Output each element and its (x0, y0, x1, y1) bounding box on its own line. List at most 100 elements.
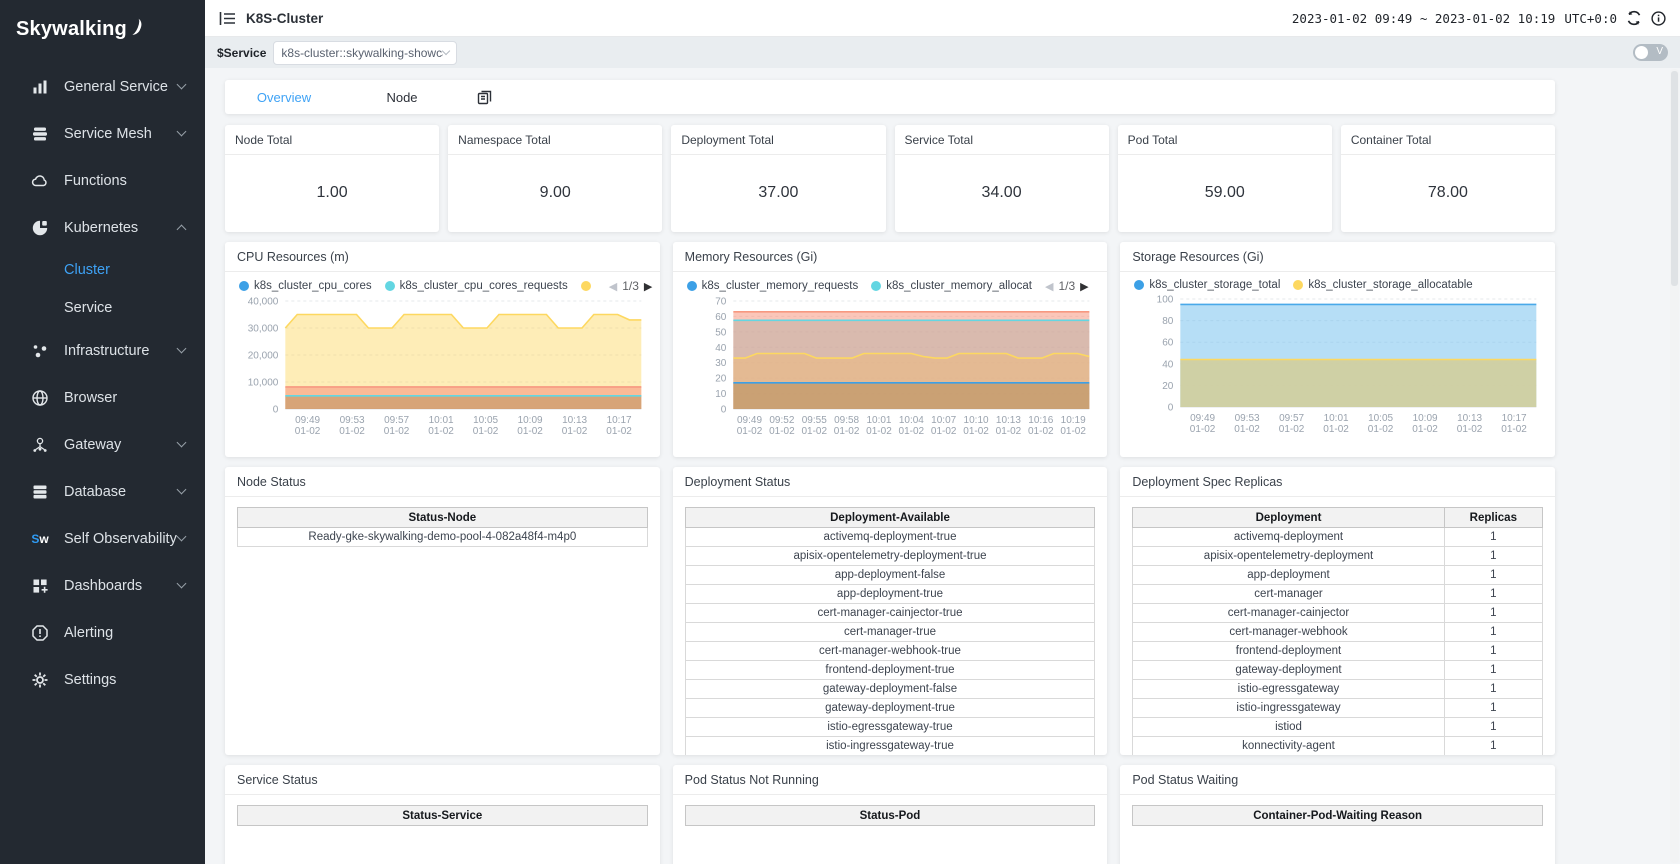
table-row: cert-manager-cainjector1 (1133, 604, 1543, 623)
table-column-header: Replicas (1444, 508, 1542, 528)
chevron-down-icon (177, 344, 187, 354)
chevron-down-icon (177, 579, 187, 589)
svg-text:20: 20 (1163, 381, 1175, 392)
legend-prev-icon[interactable]: ◀ (1045, 280, 1053, 293)
legend-item[interactable]: k8s_cluster_storage_total (1134, 279, 1280, 291)
legend-next-icon[interactable]: ▶ (644, 280, 652, 293)
svg-text:10:1901-02: 10:1901-02 (1060, 415, 1086, 437)
sidebar-item-settings[interactable]: Settings (0, 656, 205, 703)
database-icon (30, 482, 50, 502)
table-cell: 1 (1444, 642, 1542, 661)
table-row: cert-manager1 (1133, 585, 1543, 604)
svg-text:40: 40 (1163, 359, 1175, 370)
svg-text:100: 100 (1157, 295, 1174, 306)
table-row: istio-egressgateway1 (1133, 680, 1543, 699)
chevron-down-icon (177, 438, 187, 448)
svg-text:10:1701-02: 10:1701-02 (1502, 413, 1528, 435)
dashboards-icon (30, 576, 50, 596)
vertical-scrollbar (1670, 69, 1679, 863)
chart-icon (30, 77, 50, 97)
data-table: Status-Pod (685, 805, 1096, 826)
stat-card-title: Service Total (895, 125, 1109, 155)
info-icon[interactable] (1651, 11, 1666, 26)
table-panel-title: Pod Status Not Running (673, 765, 1108, 795)
sidebar-item-label: Browser (64, 390, 178, 406)
legend-item[interactable]: k8s_cluster_memory_requests (687, 280, 859, 292)
sidebar-item-kubernetes[interactable]: Kubernetes (0, 204, 205, 251)
legend-label: k8s_cluster_storage_total (1149, 279, 1280, 291)
sidebar-item-alerting[interactable]: Alerting (0, 609, 205, 656)
area-chart-canvas[interactable]: 01020304050607009:4901-0209:5201-0209:55… (673, 295, 1108, 447)
table-row: activemq-deployment1 (1133, 528, 1543, 547)
svg-text:10:1301-02: 10:1301-02 (1457, 413, 1483, 435)
table-cell: 1 (1444, 718, 1542, 737)
table-row: Ready-gke-skywalking-demo-pool-4-082a48f… (238, 528, 648, 547)
table-row: app-deployment-false (685, 566, 1095, 585)
table-cell: cert-manager-cainjector (1133, 604, 1444, 623)
legend-item[interactable]: k8s_cluster_cpu_cores (239, 280, 372, 292)
tab-overview[interactable]: Overview (225, 90, 343, 105)
table-row: apisix-opentelemetry-deployment1 (1133, 547, 1543, 566)
legend-next-icon[interactable]: ▶ (1080, 280, 1088, 293)
sidebar-item-database[interactable]: Database (0, 468, 205, 515)
tab-node[interactable]: Node (343, 90, 461, 105)
sidebar-item-label: Alerting (64, 625, 178, 641)
area-chart-canvas[interactable]: 02040608010009:4901-0209:5301-0209:5701-… (1120, 293, 1555, 445)
stat-card-title: Node Total (225, 125, 439, 155)
table-cell: gateway-deployment (1133, 661, 1444, 680)
table-cell: gateway-deployment-true (685, 699, 1095, 718)
legend-item[interactable]: k8s_cluster_memory_allocat (871, 280, 1032, 292)
legend-page-indicator: 1/3 (622, 279, 639, 293)
collapse-sidebar-icon[interactable] (219, 11, 236, 26)
legend-dot-icon (1293, 280, 1303, 290)
svg-text:10:1001-02: 10:1001-02 (963, 415, 989, 437)
tab-copy-icon[interactable] (477, 90, 492, 105)
area-chart-canvas[interactable]: 010,00020,00030,00040,00009:4901-0209:53… (225, 295, 660, 447)
legend-item[interactable]: k8s_cluster_cpu_cores_requests (385, 280, 568, 292)
sidebar-item-functions[interactable]: Functions (0, 157, 205, 204)
scrollbar-thumb[interactable] (1671, 71, 1678, 286)
legend-label: k8s_cluster_memory_requests (702, 280, 859, 292)
legend-page-indicator: 1/3 (1058, 279, 1075, 293)
sidebar-item-self-observability[interactable]: SwSelf Observability (0, 515, 205, 562)
table-panel: Deployment StatusDeployment-Availableact… (673, 467, 1108, 755)
legend-prev-icon[interactable]: ◀ (609, 280, 617, 293)
charts-row: CPU Resources (m)k8s_cluster_cpu_coresk8… (225, 242, 1555, 457)
alerting-icon (30, 623, 50, 643)
time-range[interactable]: 2023-01-02 09:49 ~ 2023-01-02 10:19 (1292, 11, 1555, 26)
refresh-icon[interactable] (1626, 10, 1642, 26)
svg-text:0: 0 (720, 405, 726, 416)
sidebar-item-gateway[interactable]: Gateway (0, 421, 205, 468)
table-row: istiod1 (1133, 718, 1543, 737)
view-toggle[interactable]: V (1633, 44, 1668, 61)
sidebar-item-cluster[interactable]: Cluster (0, 251, 205, 289)
service-select[interactable]: k8s-cluster::skywalking-showca (273, 41, 457, 65)
sidebar-item-service[interactable]: Service (0, 289, 205, 327)
table-cell: istio-ingressgateway (1133, 699, 1444, 718)
sidebar-item-browser[interactable]: Browser (0, 374, 205, 421)
sidebar-item-infrastructure[interactable]: Infrastructure (0, 327, 205, 374)
table-cell: 1 (1444, 623, 1542, 642)
legend-dot-icon (1134, 280, 1144, 290)
legend-item[interactable]: k8s_cluster_storage_allocatable (1293, 279, 1472, 291)
skywalking-logo: Skywalking (0, 0, 205, 55)
table-panel-title: Service Status (225, 765, 660, 795)
svg-text:10:1601-02: 10:1601-02 (1028, 415, 1054, 437)
sidebar-item-service-mesh[interactable]: Service Mesh (0, 110, 205, 157)
sidebar-item-dashboards[interactable]: Dashboards (0, 562, 205, 609)
stat-card-title: Container Total (1341, 125, 1555, 155)
table-cell: apisix-opentelemetry-deployment-true (685, 547, 1095, 566)
table-row: cert-manager-cainjector-true (685, 604, 1095, 623)
table-column-header: Status-Node (238, 508, 648, 528)
stat-card: Pod Total59.00 (1118, 125, 1332, 232)
legend-item[interactable] (581, 281, 596, 291)
sw-icon: Sw (30, 529, 50, 549)
legend-dot-icon (687, 281, 697, 291)
table-cell: activemq-deployment (1133, 528, 1444, 547)
sidebar-item-label: Service Mesh (64, 126, 178, 142)
table-row: istio-ingressgateway-true (685, 737, 1095, 756)
svg-text:09:5501-02: 09:5501-02 (801, 415, 827, 437)
sidebar-item-label: General Service (64, 79, 178, 95)
svg-text:10:0401-02: 10:0401-02 (898, 415, 924, 437)
sidebar-item-general-service[interactable]: General Service (0, 63, 205, 110)
